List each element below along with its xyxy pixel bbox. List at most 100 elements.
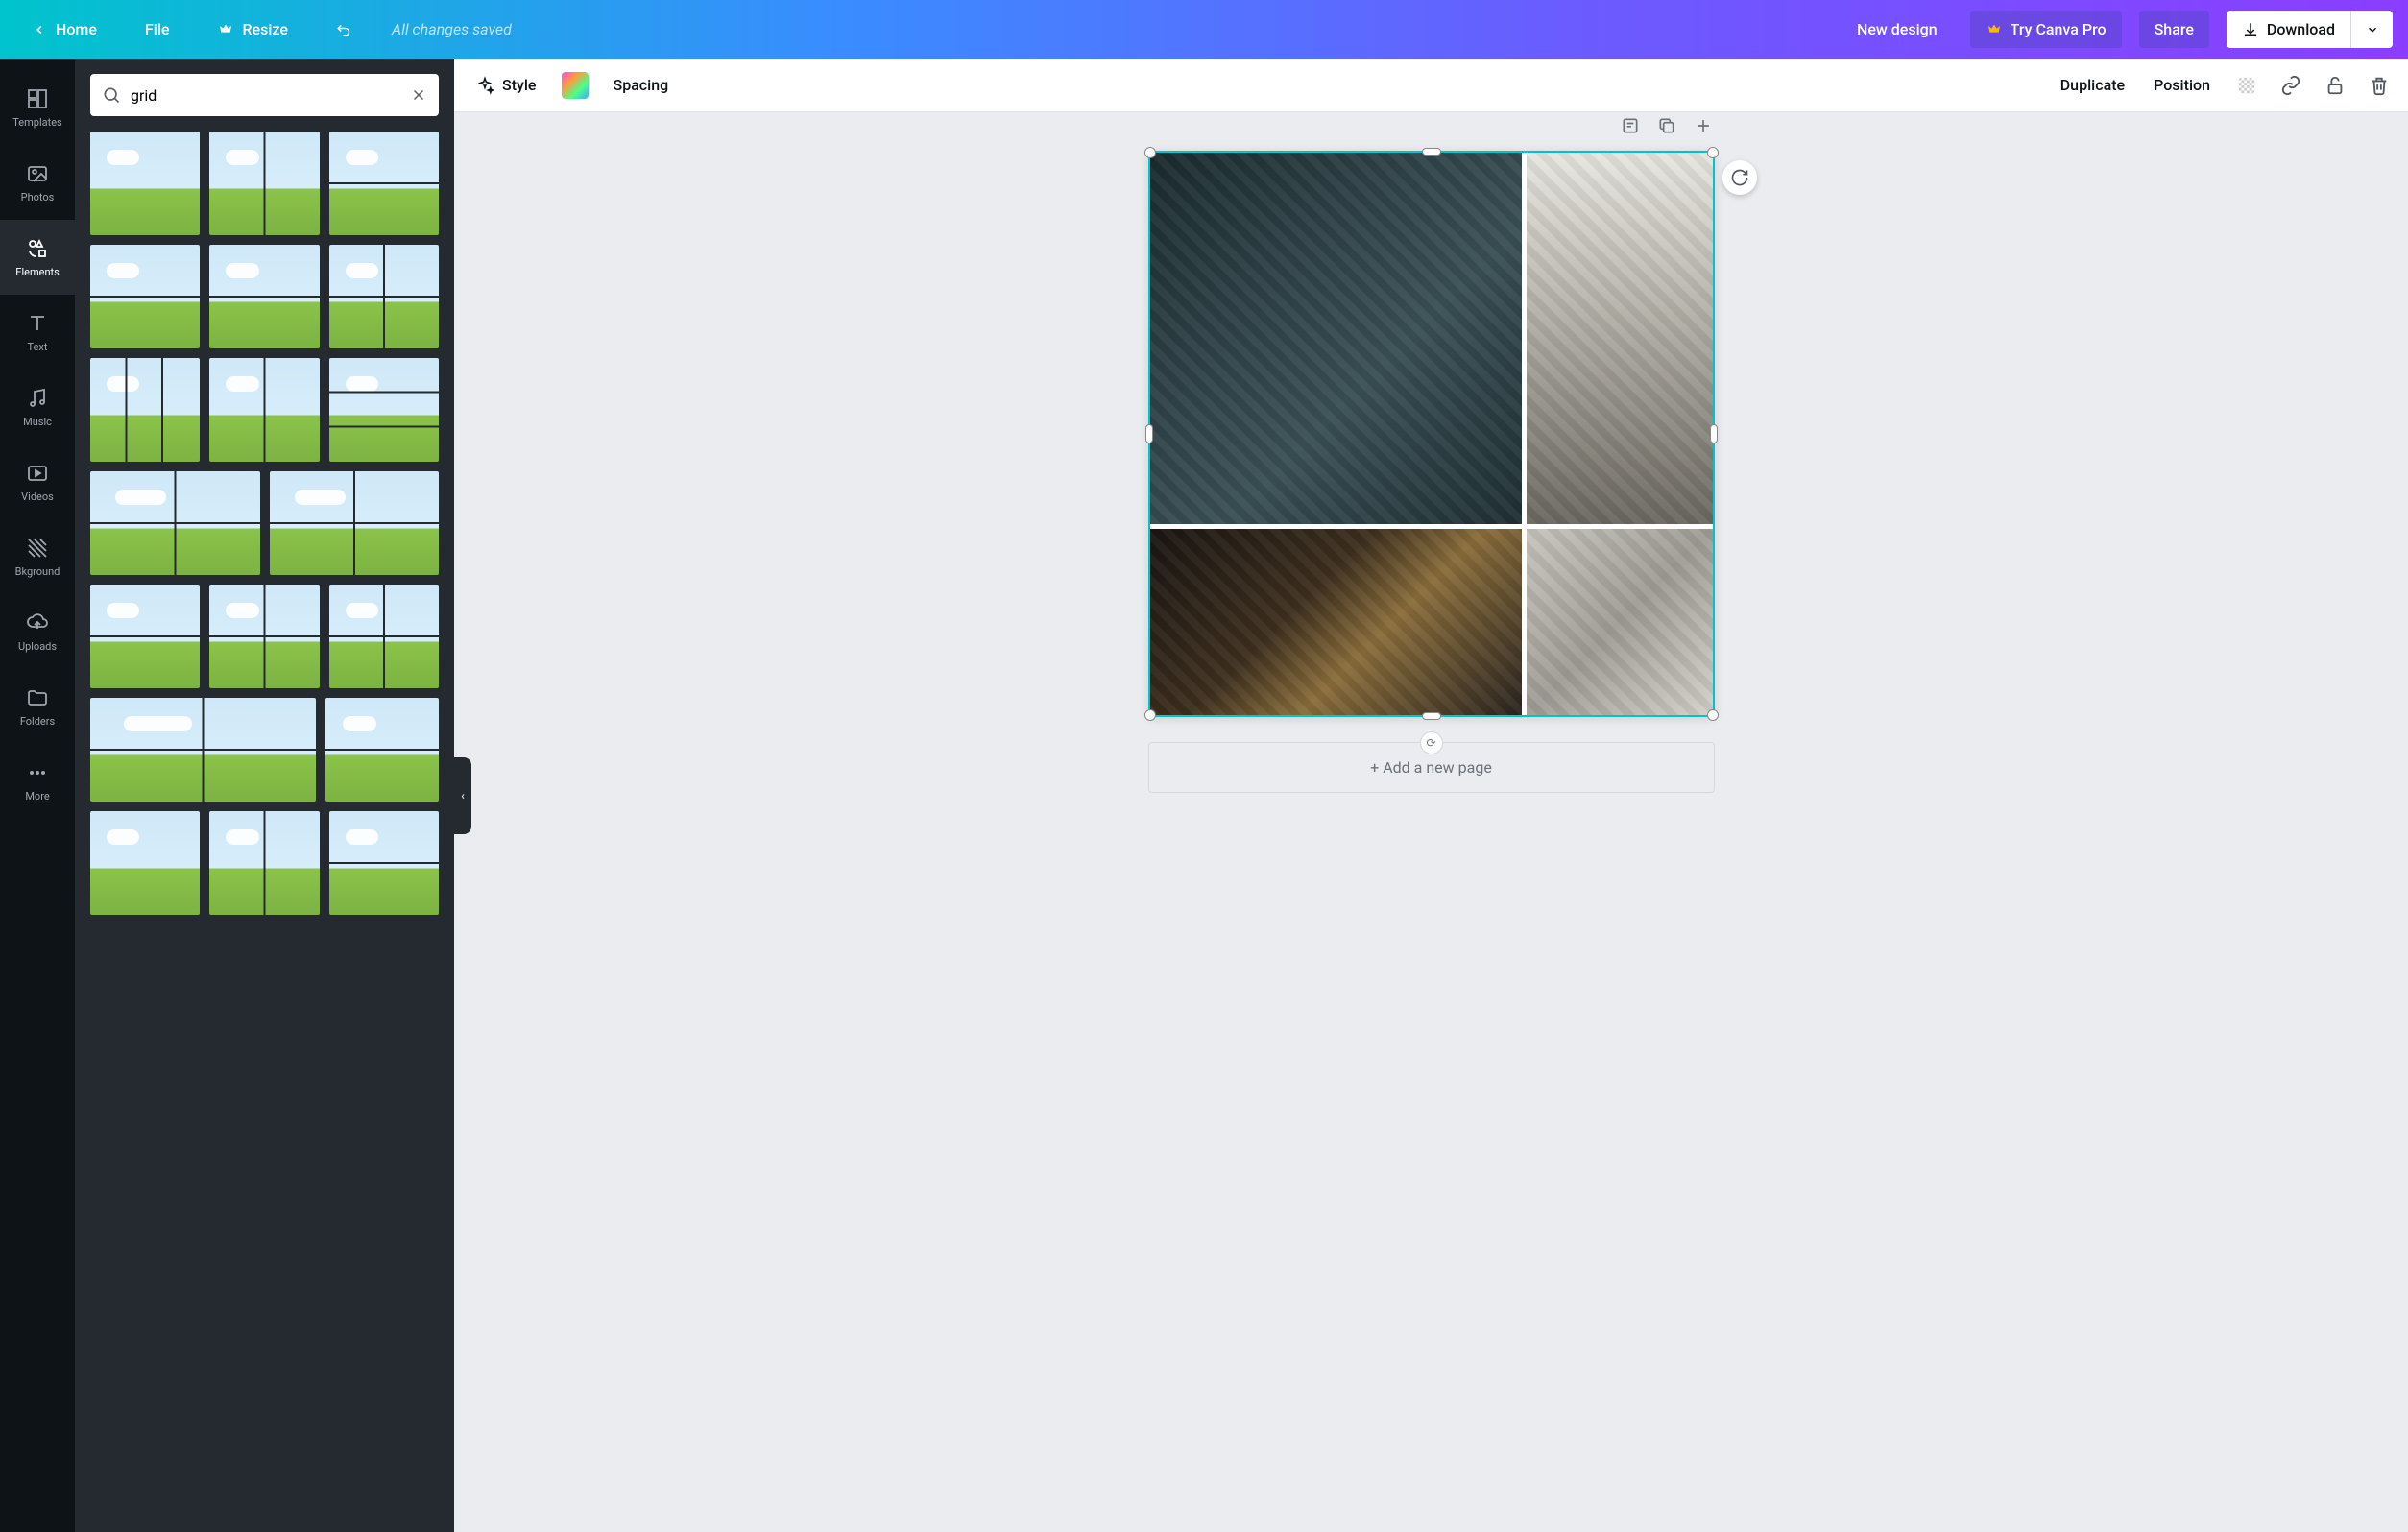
folders-icon [26, 686, 49, 709]
nav-more[interactable]: More [0, 744, 75, 819]
grid-thumb[interactable] [209, 358, 319, 462]
background-icon [26, 537, 49, 560]
try-pro-button[interactable]: Try Canva Pro [1970, 11, 2122, 48]
download-button[interactable]: Download [2227, 11, 2350, 48]
delete-button[interactable] [2368, 74, 2391, 97]
resize-handle[interactable] [1422, 148, 1441, 156]
try-pro-label: Try Canva Pro [2011, 20, 2107, 38]
nav-text[interactable]: Text [0, 295, 75, 370]
link-button[interactable] [2279, 74, 2302, 97]
nav-folders[interactable]: Folders [0, 669, 75, 744]
nav-background[interactable]: Bkground [0, 519, 75, 594]
crown-icon [1986, 21, 2003, 38]
context-toolbar: Style Spacing Duplicate Position [454, 59, 2408, 112]
grid-thumb[interactable] [329, 358, 439, 462]
design-page[interactable] [1148, 151, 1715, 717]
clear-search-button[interactable] [410, 86, 427, 104]
transparency-button[interactable] [2235, 74, 2258, 97]
spacing-label: Spacing [614, 76, 669, 94]
collage-cell[interactable] [1527, 153, 1713, 524]
share-button[interactable]: Share [2139, 11, 2209, 48]
collage-cell[interactable] [1150, 153, 1522, 524]
nav-label: Templates [12, 116, 61, 129]
lock-button[interactable] [2324, 74, 2347, 97]
nav-label: Music [23, 416, 52, 428]
text-icon [26, 312, 49, 335]
grid-thumb[interactable] [90, 245, 200, 348]
position-label: Position [2154, 76, 2210, 94]
videos-icon [26, 462, 49, 485]
collapse-panel-button[interactable]: ‹ [454, 757, 471, 834]
grid-thumb[interactable] [329, 811, 439, 915]
grid-thumb[interactable] [209, 132, 319, 235]
position-button[interactable]: Position [2150, 70, 2214, 100]
grid-thumb[interactable] [209, 585, 319, 688]
duplicate-label: Duplicate [2060, 76, 2125, 94]
grid-thumb[interactable] [90, 811, 200, 915]
canvas-viewport[interactable]: ⟳ + Add a new page [454, 112, 2408, 1532]
chevron-left-icon [31, 21, 48, 38]
sync-icon: ⟳ [1420, 731, 1443, 754]
download-label: Download [2267, 20, 2335, 38]
resize-label: Resize [242, 20, 287, 38]
spacing-button[interactable]: Spacing [610, 70, 673, 100]
nav-photos[interactable]: Photos [0, 145, 75, 220]
music-icon [26, 387, 49, 410]
style-button[interactable]: Style [471, 70, 541, 101]
nav-videos[interactable]: Videos [0, 444, 75, 519]
color-picker[interactable] [562, 72, 589, 99]
nav-label: More [25, 790, 49, 802]
grid-thumb[interactable] [90, 471, 260, 575]
grid-thumb[interactable] [270, 471, 440, 575]
download-dropdown[interactable] [2350, 11, 2393, 48]
editor-area: Style Spacing Duplicate Position [454, 59, 2408, 1532]
resize-handle[interactable] [1422, 712, 1441, 720]
grid-thumb[interactable] [329, 585, 439, 688]
grid-thumb[interactable] [325, 698, 439, 802]
resize-handle[interactable] [1144, 147, 1156, 158]
grid-results[interactable] [75, 132, 454, 1532]
nav-label: Photos [21, 191, 55, 203]
collage-cell[interactable] [1527, 529, 1713, 715]
file-menu[interactable]: File [130, 11, 185, 48]
templates-icon [26, 87, 49, 110]
nav-uploads[interactable]: Uploads [0, 594, 75, 669]
side-nav: Templates Photos Elements Text Music Vid… [0, 59, 75, 1532]
resize-handle[interactable] [1145, 424, 1153, 443]
refresh-button[interactable] [1722, 160, 1757, 195]
add-new-page-button[interactable]: ⟳ + Add a new page [1148, 742, 1715, 793]
resize-handle[interactable] [1710, 424, 1718, 443]
resize-button[interactable]: Resize [202, 11, 302, 48]
grid-thumb[interactable] [90, 358, 200, 462]
nav-music[interactable]: Music [0, 370, 75, 444]
resize-handle[interactable] [1707, 709, 1719, 721]
nav-label: Bkground [15, 565, 60, 578]
grid-thumb[interactable] [90, 132, 200, 235]
undo-button[interactable] [321, 12, 369, 48]
grid-thumb[interactable] [90, 585, 200, 688]
nav-label: Uploads [18, 640, 57, 653]
search-input[interactable] [131, 86, 400, 105]
grid-thumb[interactable] [209, 811, 319, 915]
uploads-icon [26, 611, 49, 634]
resize-handle[interactable] [1707, 147, 1719, 158]
nav-templates[interactable]: Templates [0, 70, 75, 145]
elements-panel: ‹ [75, 59, 454, 1532]
nav-elements[interactable]: Elements [0, 220, 75, 295]
duplicate-page-button[interactable] [1655, 114, 1678, 137]
home-label: Home [56, 20, 97, 38]
new-design-button[interactable]: New design [1842, 11, 1953, 48]
resize-handle[interactable] [1144, 709, 1156, 721]
grid-thumb[interactable] [209, 245, 319, 348]
grid-thumb[interactable] [329, 132, 439, 235]
collage-cell[interactable] [1150, 529, 1522, 715]
grid-thumb[interactable] [90, 698, 316, 802]
chevron-down-icon [2366, 23, 2379, 36]
duplicate-button[interactable]: Duplicate [2057, 70, 2129, 100]
page-notes-button[interactable] [1619, 114, 1642, 137]
search-box [90, 74, 439, 116]
add-page-button[interactable] [1692, 114, 1715, 137]
file-label: File [145, 20, 170, 38]
grid-thumb[interactable] [329, 245, 439, 348]
home-button[interactable]: Home [15, 11, 112, 48]
